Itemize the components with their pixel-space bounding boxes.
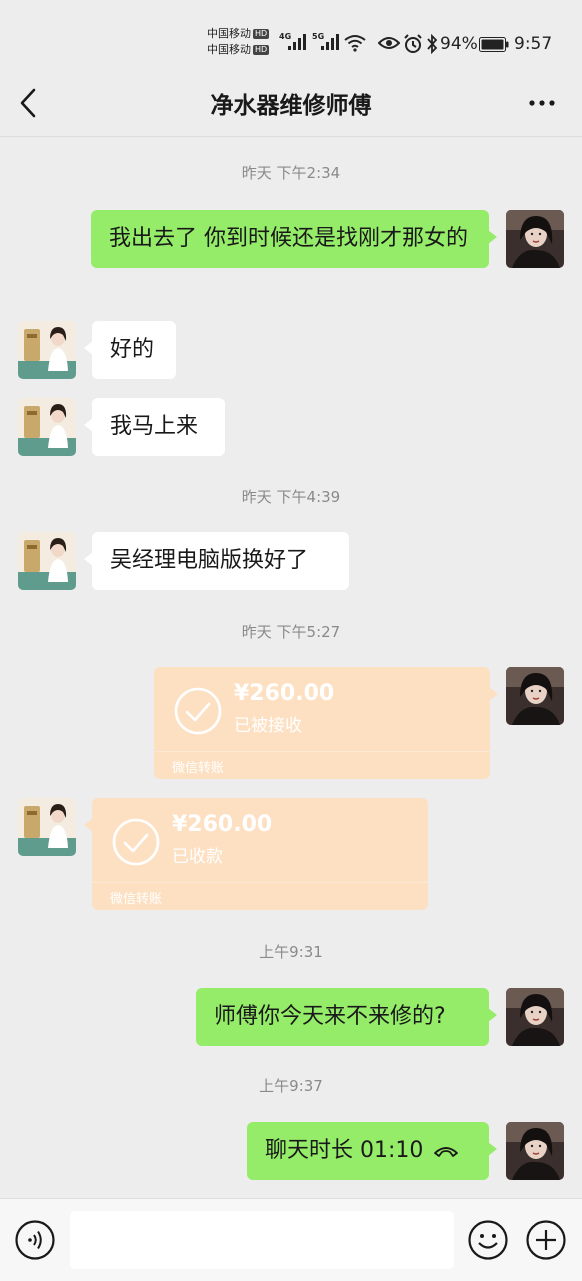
- my-avatar[interactable]: [506, 1122, 564, 1180]
- transfer-divider: [92, 882, 428, 883]
- contact-message-bubble[interactable]: 吴经理电脑版换好了: [84, 532, 349, 590]
- timestamp: 上午9:31: [259, 943, 323, 961]
- clock-time: 9:57: [514, 34, 553, 54]
- wifi-icon: [344, 35, 366, 52]
- my-message-bubble[interactable]: 师傅你今天来不来修的?: [196, 988, 497, 1046]
- contact-message-bubble[interactable]: 我马上来: [84, 398, 225, 456]
- transfer-amount: ¥260.00: [172, 812, 273, 837]
- battery-icon: [479, 37, 509, 52]
- chat-title: 净水器维修师傅: [210, 93, 372, 119]
- input-bar: [0, 1198, 582, 1281]
- my-transfer-card[interactable]: ¥260.00 已被接收 微信转账: [154, 667, 498, 779]
- contact-avatar[interactable]: [18, 798, 76, 856]
- check-circle-icon: [112, 818, 160, 866]
- header-divider: [0, 136, 582, 137]
- plus-button[interactable]: [525, 1219, 567, 1261]
- my-avatar[interactable]: [506, 667, 564, 725]
- my-message-bubble[interactable]: 我出去了 你到时候还是找刚才那女的: [91, 210, 497, 268]
- transfer-amount: ¥260.00: [234, 681, 335, 706]
- call-record-bubble[interactable]: 聊天时长 01:10: [247, 1122, 497, 1180]
- transfer-status: 已收款: [172, 847, 223, 867]
- timestamp: 上午9:37: [259, 1077, 323, 1095]
- contact-message-bubble[interactable]: 好的: [84, 321, 176, 379]
- hd-badge: HD: [253, 29, 270, 39]
- my-avatar[interactable]: [506, 210, 564, 268]
- transfer-kind: 微信转账: [110, 892, 163, 907]
- contact-avatar[interactable]: [18, 532, 76, 590]
- plus-icon: [526, 1220, 566, 1260]
- more-dots-icon: [529, 100, 555, 106]
- voice-button[interactable]: [14, 1219, 56, 1261]
- message-input[interactable]: [70, 1211, 454, 1269]
- transfer-divider: [154, 751, 490, 752]
- carrier-2: 中国移动: [207, 43, 251, 56]
- emoji-icon: [468, 1220, 508, 1260]
- bluetooth-icon: [427, 34, 438, 54]
- call-duration: 聊天时长 01:10: [265, 1138, 424, 1163]
- check-circle-icon: [174, 687, 222, 735]
- contact-avatar[interactable]: [18, 321, 76, 379]
- my-avatar[interactable]: [506, 988, 564, 1046]
- phone-hangup-icon: [434, 1147, 459, 1157]
- carrier-1: 中国移动: [207, 27, 251, 40]
- contact-avatar[interactable]: [18, 398, 76, 456]
- transfer-kind: 微信转账: [172, 761, 225, 776]
- alarm-icon: [404, 34, 422, 53]
- timestamp: 昨天 下午2:34: [241, 164, 341, 182]
- carrier-info: 中国移动 HD 中国移动 HD: [207, 26, 270, 58]
- battery-percent: 94%: [440, 34, 478, 54]
- voice-icon: [15, 1220, 55, 1260]
- hd-badge: HD: [253, 45, 270, 55]
- chat-header: 净水器维修师傅: [0, 70, 582, 136]
- eye-icon: [378, 37, 400, 49]
- contact-transfer-card[interactable]: ¥260.00 已收款 微信转账: [84, 798, 428, 910]
- transfer-status: 已被接收: [234, 716, 302, 736]
- more-button[interactable]: [522, 88, 562, 118]
- timestamp: 昨天 下午5:27: [241, 623, 341, 641]
- timestamp: 昨天 下午4:39: [241, 488, 341, 506]
- emoji-button[interactable]: [467, 1219, 509, 1261]
